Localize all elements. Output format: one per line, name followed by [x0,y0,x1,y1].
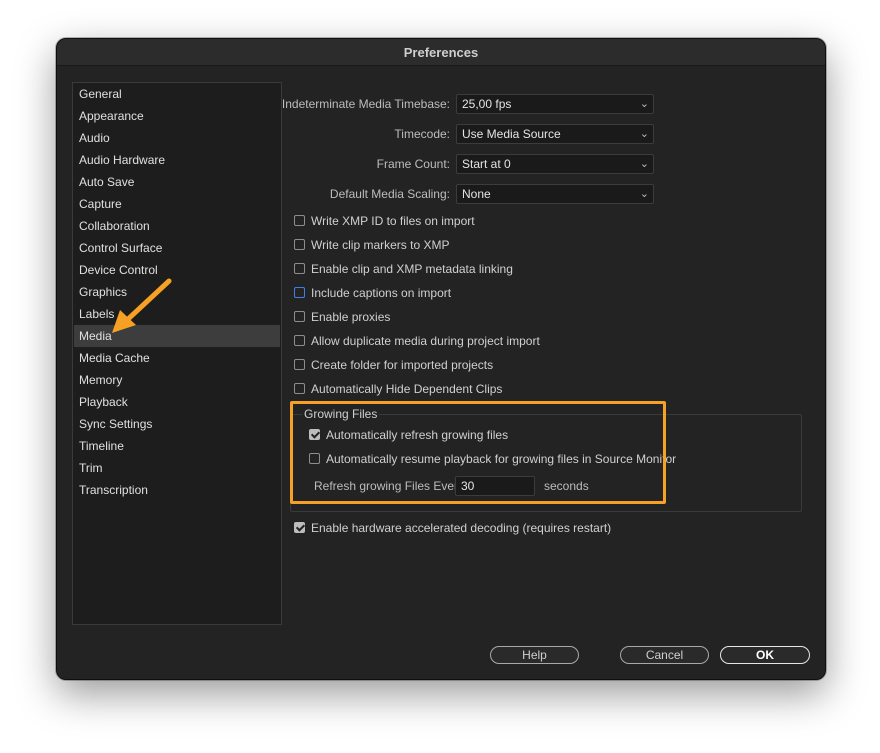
enable-proxies-checkbox[interactable] [294,311,305,322]
annotation-arrow-icon [112,278,172,333]
timebase-label: Indeterminate Media Timebase: [281,97,450,111]
timecode-label: Timecode: [394,127,450,141]
sidebar-item-memory[interactable]: Memory [74,369,280,391]
frame-count-select[interactable]: Start at 0 ⌄ [456,154,654,174]
chevron-down-icon: ⌄ [639,128,649,140]
timecode-select[interactable]: Use Media Source ⌄ [456,124,654,144]
scaling-label: Default Media Scaling: [329,187,450,201]
sidebar-item-media-cache[interactable]: Media Cache [74,347,280,369]
help-button[interactable]: Help [490,646,579,664]
frame-count-label: Frame Count: [376,157,450,171]
metadata-linking-label: Enable clip and XMP metadata linking [311,262,513,276]
sidebar-item-timeline[interactable]: Timeline [74,435,280,457]
write-xmp-id-label: Write XMP ID to files on import [311,214,475,228]
frame-count-value: Start at 0 [462,157,511,171]
auto-resume-checkbox[interactable] [309,453,320,464]
create-folder-label: Create folder for imported projects [311,358,494,372]
sidebar-item-transcription[interactable]: Transcription [74,479,280,501]
cancel-button[interactable]: Cancel [620,646,709,664]
timebase-select[interactable]: 25,00 fps ⌄ [456,94,654,114]
titlebar: Preferences [57,39,825,66]
sidebar-item-control-surface[interactable]: Control Surface [74,237,280,259]
sidebar-item-sync-settings[interactable]: Sync Settings [74,413,280,435]
ok-button[interactable]: OK [720,646,810,664]
auto-resume-label: Automatically resume playback for growin… [326,452,677,466]
timebase-value: 25,00 fps [462,97,512,111]
sidebar-item-trim[interactable]: Trim [74,457,280,479]
chevron-down-icon: ⌄ [639,98,649,110]
write-clip-markers-label: Write clip markers to XMP [311,238,450,252]
scaling-value: None [462,187,491,201]
include-captions-label: Include captions on import [311,286,452,300]
auto-refresh-label: Automatically refresh growing files [326,428,509,442]
allow-duplicate-media-checkbox[interactable] [294,335,305,346]
auto-refresh-checkbox[interactable] [309,429,320,440]
chevron-down-icon: ⌄ [639,188,649,200]
allow-duplicate-media-label: Allow duplicate media during project imp… [311,334,540,348]
refresh-interval-input[interactable]: 30 [455,476,535,496]
timecode-value: Use Media Source [462,127,561,141]
window-title: Preferences [403,45,479,60]
growing-files-title: Growing Files [302,407,380,421]
chevron-down-icon: ⌄ [639,158,649,170]
write-clip-markers-checkbox[interactable] [294,239,305,250]
refresh-unit-label: seconds [544,479,589,493]
scaling-select[interactable]: None ⌄ [456,184,654,204]
hide-dependent-clips-label: Automatically Hide Dependent Clips [311,382,503,396]
hw-decoding-label: Enable hardware accelerated decoding (re… [311,521,612,535]
preferences-dialog: Preferences General Appearance Audio Aud… [56,38,826,680]
hide-dependent-clips-checkbox[interactable] [294,383,305,394]
sidebar-item-playback[interactable]: Playback [74,391,280,413]
create-folder-checkbox[interactable] [294,359,305,370]
write-xmp-id-checkbox[interactable] [294,215,305,226]
hw-decoding-checkbox[interactable] [294,522,305,533]
sidebar-item-collaboration[interactable]: Collaboration [74,215,280,237]
metadata-linking-checkbox[interactable] [294,263,305,274]
refresh-interval-label: Refresh growing Files Every [314,479,465,493]
include-captions-checkbox[interactable] [294,287,305,298]
enable-proxies-label: Enable proxies [311,310,391,324]
